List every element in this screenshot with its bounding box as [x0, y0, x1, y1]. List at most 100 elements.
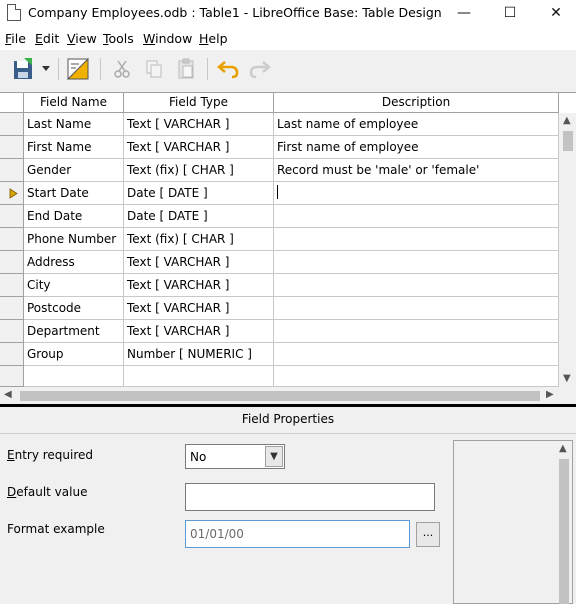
scroll-thumb[interactable] [563, 131, 573, 151]
title-bar: Company Employees.odb : Table1 - LibreOf… [0, 0, 576, 26]
maximize-button[interactable]: ☐ [487, 0, 533, 26]
toolbar-separator [58, 58, 59, 80]
description-cell[interactable] [274, 205, 559, 228]
entry-required-label: Entry required [7, 448, 94, 462]
description-cell-active[interactable] [274, 182, 559, 205]
field-type-cell[interactable]: Text [ VARCHAR ] [124, 274, 274, 297]
field-type-cell[interactable]: Text [ VARCHAR ] [124, 113, 274, 136]
field-name-cell[interactable]: Department [24, 320, 124, 343]
help-scrollbar[interactable]: ▲ [555, 441, 572, 604]
field-name-cell[interactable]: Postcode [24, 297, 124, 320]
format-example-label: Format example [7, 522, 105, 536]
description-cell[interactable] [274, 343, 559, 366]
row-header[interactable] [0, 274, 24, 297]
row-header[interactable] [0, 320, 24, 343]
field-type-cell[interactable]: Text [ VARCHAR ] [124, 320, 274, 343]
row-header[interactable] [0, 251, 24, 274]
divider [0, 433, 576, 434]
row-header[interactable] [0, 205, 24, 228]
field-name-cell[interactable]: First Name [24, 136, 124, 159]
field-type-cell[interactable]: Text [ VARCHAR ] [124, 136, 274, 159]
description-cell[interactable] [274, 366, 559, 387]
description-cell[interactable]: Record must be 'male' or 'female' [274, 159, 559, 182]
paste-icon [172, 55, 200, 83]
row-header[interactable] [0, 182, 24, 205]
description-cell[interactable] [274, 251, 559, 274]
field-type-cell[interactable]: Text (fix) [ CHAR ] [124, 228, 274, 251]
field-name-cell[interactable]: End Date [24, 205, 124, 228]
corner-header [0, 93, 24, 113]
toolbar-separator [207, 58, 208, 80]
field-type-cell[interactable]: Date [ DATE ] [124, 205, 274, 228]
field-name-cell[interactable]: Last Name [24, 113, 124, 136]
field-properties-title: Field Properties [241, 412, 335, 426]
field-type-cell[interactable]: Text [ VARCHAR ] [124, 297, 274, 320]
menu-file[interactable]: File [5, 31, 26, 46]
row-header[interactable] [0, 297, 24, 320]
menu-bar: File Edit View Tools Window Help [0, 26, 576, 50]
description-cell[interactable]: First name of employee [274, 136, 559, 159]
entry-required-select[interactable]: No ▼ [185, 444, 285, 469]
default-value-input[interactable] [185, 483, 435, 511]
dropdown-arrow-icon[interactable] [38, 55, 54, 83]
menu-edit[interactable]: Edit [35, 31, 59, 46]
row-header[interactable] [0, 113, 24, 136]
format-button[interactable]: ... [416, 522, 440, 547]
chevron-down-icon[interactable]: ▼ [265, 446, 283, 467]
scroll-thumb[interactable] [20, 391, 540, 401]
field-properties-panel: Field Properties Entry required No ▼ Def… [0, 407, 576, 604]
row-header[interactable] [0, 159, 24, 182]
index-design-icon[interactable] [64, 55, 92, 83]
field-name-cell[interactable]: Gender [24, 159, 124, 182]
table-design-grid[interactable]: Field Name Field Type Description Last N… [0, 92, 576, 405]
scroll-left-icon[interactable]: ◀ [4, 389, 12, 400]
column-header-field-type[interactable]: Field Type [124, 93, 274, 113]
description-cell[interactable] [274, 228, 559, 251]
scroll-down-icon[interactable]: ▼ [563, 373, 571, 384]
current-row-arrow-icon [9, 188, 18, 199]
field-name-cell[interactable]: City [24, 274, 124, 297]
copy-icon [140, 55, 168, 83]
row-header[interactable] [0, 343, 24, 366]
row-header[interactable] [0, 136, 24, 159]
description-cell[interactable]: Last name of employee [274, 113, 559, 136]
field-name-cell[interactable]: Start Date [24, 182, 124, 205]
column-header-description[interactable]: Description [274, 93, 559, 113]
format-example-field: 01/01/00 [185, 520, 410, 548]
field-type-cell[interactable]: Number [ NUMERIC ] [124, 343, 274, 366]
column-header-field-name[interactable]: Field Name [24, 93, 124, 113]
field-type-cell[interactable]: Text (fix) [ CHAR ] [124, 159, 274, 182]
field-name-cell[interactable] [24, 366, 124, 387]
cut-icon [108, 55, 136, 83]
row-header[interactable] [0, 366, 24, 387]
minimize-button[interactable]: — [441, 0, 487, 26]
menu-window[interactable]: Window [143, 31, 192, 46]
save-icon[interactable] [10, 55, 38, 83]
scroll-up-icon[interactable]: ▲ [559, 443, 567, 454]
description-cell[interactable] [274, 297, 559, 320]
default-value-label: Default value [7, 485, 88, 499]
field-name-cell[interactable]: Group [24, 343, 124, 366]
menu-tools[interactable]: Tools [103, 31, 134, 46]
window-title: Company Employees.odb : Table1 - LibreOf… [28, 5, 442, 20]
grid-vertical-scrollbar[interactable]: ▲ ▼ [559, 113, 576, 387]
close-button[interactable]: ✕ [533, 0, 576, 26]
undo-icon[interactable] [214, 55, 242, 83]
menu-help[interactable]: Help [199, 31, 228, 46]
description-cell[interactable] [274, 320, 559, 343]
scroll-right-icon[interactable]: ▶ [546, 389, 554, 400]
grid-horizontal-scrollbar[interactable]: ◀ ▶ [0, 387, 576, 405]
scroll-thumb[interactable] [559, 459, 569, 604]
field-name-cell[interactable]: Phone Number [24, 228, 124, 251]
field-type-cell[interactable]: Text [ VARCHAR ] [124, 251, 274, 274]
description-cell[interactable] [274, 274, 559, 297]
row-header[interactable] [0, 228, 24, 251]
help-text-area: ▲ [453, 440, 573, 604]
field-type-cell[interactable]: Date [ DATE ] [124, 182, 274, 205]
field-type-cell[interactable] [124, 366, 274, 387]
field-name-cell[interactable]: Address [24, 251, 124, 274]
toolbar [0, 50, 576, 88]
toolbar-separator [100, 58, 101, 80]
menu-view[interactable]: View [67, 31, 97, 46]
scroll-up-icon[interactable]: ▲ [563, 115, 571, 126]
